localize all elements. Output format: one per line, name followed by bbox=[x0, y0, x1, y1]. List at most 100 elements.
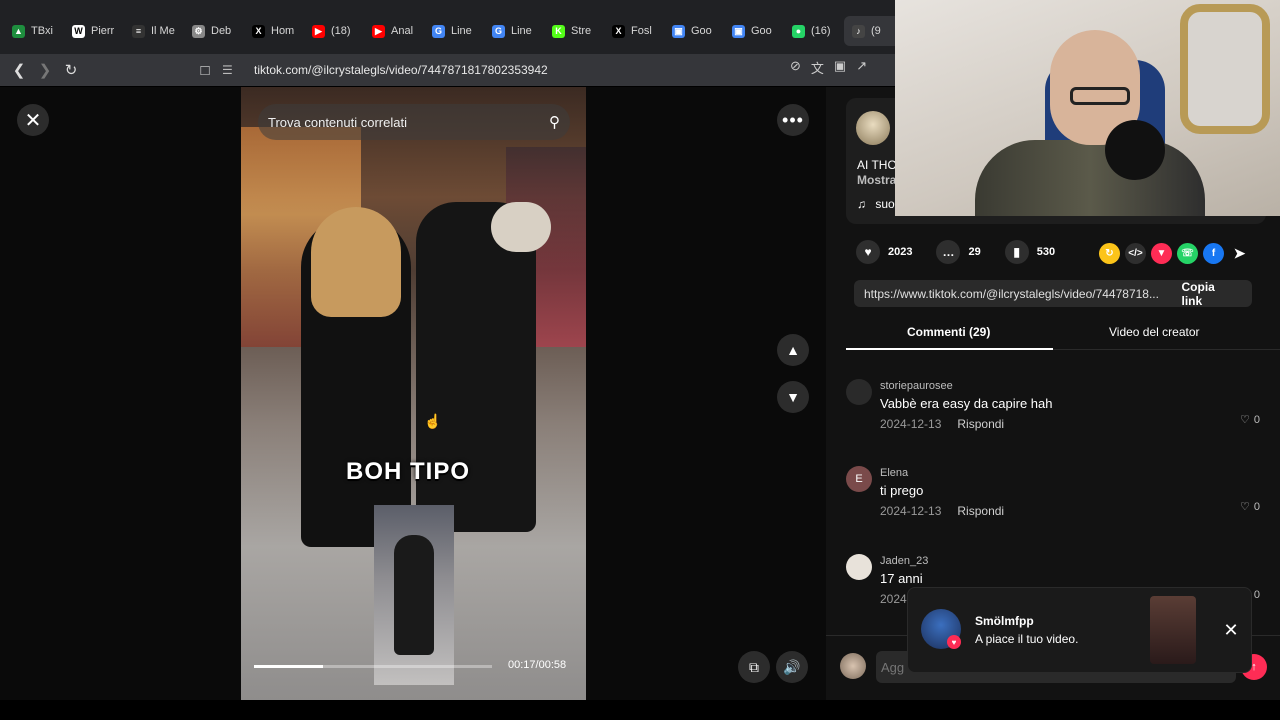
comment-username[interactable]: storiepaurosee bbox=[880, 380, 953, 392]
comment-like-button[interactable]: ♡0 bbox=[1240, 413, 1260, 427]
comment-username[interactable]: Elena bbox=[880, 467, 908, 479]
repost-icon[interactable]: ↻ bbox=[1099, 243, 1120, 264]
comment-username[interactable]: Jaden_23 bbox=[880, 555, 928, 567]
comment-meta: 2024-12-13 Rispondi bbox=[880, 417, 1004, 431]
translate-icon[interactable]: 文 bbox=[811, 58, 824, 77]
share-arrow-icon[interactable]: ➤ bbox=[1229, 243, 1250, 264]
active-tab-indicator bbox=[846, 348, 1053, 350]
bookmark-icon[interactable]: □ bbox=[192, 57, 218, 83]
browser-tab[interactable]: X Hom bbox=[244, 16, 302, 46]
comment-avatar[interactable]: E bbox=[846, 466, 872, 492]
next-video-button[interactable]: ▼ bbox=[777, 381, 809, 413]
comment-like-count: 0 bbox=[1253, 588, 1260, 601]
webcam-body bbox=[975, 140, 1205, 216]
send-icon[interactable]: ▼ bbox=[1151, 243, 1172, 264]
like-notification[interactable]: ♥ Smölmfpp A piace il tuo video. ✕ bbox=[907, 587, 1252, 673]
more-options-button[interactable]: ••• bbox=[777, 104, 809, 136]
like-button[interactable]: ♥ 2023 bbox=[856, 240, 912, 264]
facebook-icon[interactable]: f bbox=[1203, 243, 1224, 264]
browser-tab[interactable]: ▶ (18) bbox=[304, 16, 362, 46]
share-icons: ↻ </> ▼ ☏ f ➤ bbox=[1099, 243, 1250, 264]
comment-avatar[interactable] bbox=[846, 554, 872, 580]
show-more-link[interactable]: Mostra bbox=[857, 173, 897, 188]
reply-button[interactable]: Rispondi bbox=[957, 504, 1004, 518]
webcam-overlay bbox=[895, 0, 1280, 216]
comment-text: Vabbè era easy da capire hah bbox=[880, 396, 1053, 411]
previous-video-button[interactable]: ▲ bbox=[777, 334, 809, 366]
arrow-up-icon: ↑ bbox=[1251, 661, 1257, 673]
tab-favicon-icon: ● bbox=[792, 24, 805, 38]
forward-icon[interactable]: ❯ bbox=[32, 57, 58, 83]
heart-outline-icon: ♡ bbox=[1240, 414, 1250, 426]
copy-link-button[interactable]: Copia link bbox=[1168, 280, 1253, 308]
browser-tab[interactable]: ⚙ Deb bbox=[184, 16, 242, 46]
browser-tab[interactable]: ▣ Goo bbox=[724, 16, 782, 46]
comment-avatar[interactable] bbox=[846, 379, 872, 405]
save-button[interactable]: ▮ 530 bbox=[1004, 240, 1055, 264]
video-link-box: https://www.tiktok.com/@ilcrystalegls/vi… bbox=[854, 280, 1253, 308]
related-search-bar[interactable]: Trova contenuti correlati ⚲ bbox=[258, 104, 570, 140]
tab-favicon-icon: G bbox=[492, 24, 505, 38]
picture-in-picture-button[interactable]: ⧉ bbox=[738, 651, 770, 683]
video-scene-fur-hood bbox=[491, 202, 551, 252]
back-icon[interactable]: ❮ bbox=[6, 57, 32, 83]
heart-icon: ♥ bbox=[856, 240, 880, 264]
search-icon[interactable]: ⚲ bbox=[549, 113, 560, 131]
comment-button[interactable]: … 29 bbox=[936, 240, 981, 264]
webcam-microphone bbox=[1105, 120, 1165, 180]
comment-count: 29 bbox=[968, 246, 981, 258]
browser-tab[interactable]: ● (16) bbox=[784, 16, 842, 46]
video-inset-clip bbox=[374, 505, 454, 685]
close-notification-button[interactable]: ✕ bbox=[1211, 614, 1251, 646]
video-link-url[interactable]: https://www.tiktok.com/@ilcrystalegls/vi… bbox=[854, 287, 1168, 301]
browser-tab[interactable]: ▣ Goo bbox=[664, 16, 722, 46]
browser-tab[interactable]: ♪ (9 bbox=[844, 16, 902, 46]
screen-icon[interactable]: ▣ bbox=[834, 58, 846, 77]
browser-tab[interactable]: ▲ TBxi bbox=[4, 16, 62, 46]
eye-off-icon[interactable]: ⊘ bbox=[790, 58, 801, 77]
browser-tab[interactable]: G Line bbox=[424, 16, 482, 46]
video-scene-hair bbox=[311, 207, 401, 317]
whatsapp-icon[interactable]: ☏ bbox=[1177, 243, 1198, 264]
browser-tab-label: Goo bbox=[691, 25, 712, 37]
tab-favicon-icon: ▶ bbox=[312, 24, 325, 38]
share-page-icon[interactable]: ↗ bbox=[856, 58, 867, 77]
browser-tab-label: Deb bbox=[211, 25, 232, 37]
tab-favicon-icon: ▣ bbox=[672, 24, 685, 38]
video-player[interactable] bbox=[241, 87, 586, 700]
engagement-bar: ♥ 2023 … 29 ▮ 530 bbox=[856, 240, 1069, 264]
heart-badge-icon: ♥ bbox=[947, 635, 961, 649]
reload-icon[interactable]: ↻ bbox=[58, 57, 84, 83]
browser-tab-label: Fosl bbox=[631, 25, 652, 37]
close-video-button[interactable]: ✕ bbox=[17, 104, 49, 136]
browser-tab-label: Line bbox=[451, 25, 472, 37]
site-info-icon[interactable]: ☰ bbox=[222, 63, 242, 77]
comment-date: 2024-12-13 bbox=[880, 504, 942, 518]
browser-tab[interactable]: W Pierr bbox=[64, 16, 122, 46]
embed-icon[interactable]: </> bbox=[1125, 243, 1146, 264]
browser-tab[interactable]: K Stre bbox=[544, 16, 602, 46]
ellipsis-icon: ••• bbox=[782, 109, 804, 130]
reply-button[interactable]: Rispondi bbox=[957, 417, 1004, 431]
browser-tab[interactable]: X Fosl bbox=[604, 16, 662, 46]
browser-tab-label: (18) bbox=[331, 25, 351, 37]
chevron-down-icon: ▼ bbox=[786, 389, 800, 405]
notification-video-thumbnail[interactable] bbox=[1150, 596, 1196, 664]
browser-tab[interactable]: ▶ Anal bbox=[364, 16, 422, 46]
notification-user: Smölmfpp bbox=[975, 614, 1034, 628]
tab-favicon-icon: ▲ bbox=[12, 24, 25, 38]
tab-favicon-icon: ≡ bbox=[132, 24, 145, 38]
volume-button[interactable]: 🔊 bbox=[776, 651, 808, 683]
author-avatar[interactable] bbox=[856, 111, 890, 145]
comment-like-count: 0 bbox=[1253, 500, 1260, 513]
video-progress-bar[interactable] bbox=[254, 665, 492, 668]
pip-icon: ⧉ bbox=[749, 658, 759, 675]
related-search-placeholder: Trova contenuti correlati bbox=[268, 114, 407, 130]
comment-like-button[interactable]: ♡0 bbox=[1240, 500, 1260, 514]
tab-creator-videos[interactable]: Video del creator bbox=[1109, 325, 1200, 339]
music-row[interactable]: ♫ suo bbox=[857, 197, 895, 211]
browser-tab[interactable]: ≡ Il Me bbox=[124, 16, 182, 46]
comment-item: E Elena ti prego 2024-12-13 Rispondi ♡ 0 bbox=[846, 466, 1266, 536]
tab-comments[interactable]: Commenti (29) bbox=[907, 325, 990, 339]
browser-tab[interactable]: G Line bbox=[484, 16, 542, 46]
